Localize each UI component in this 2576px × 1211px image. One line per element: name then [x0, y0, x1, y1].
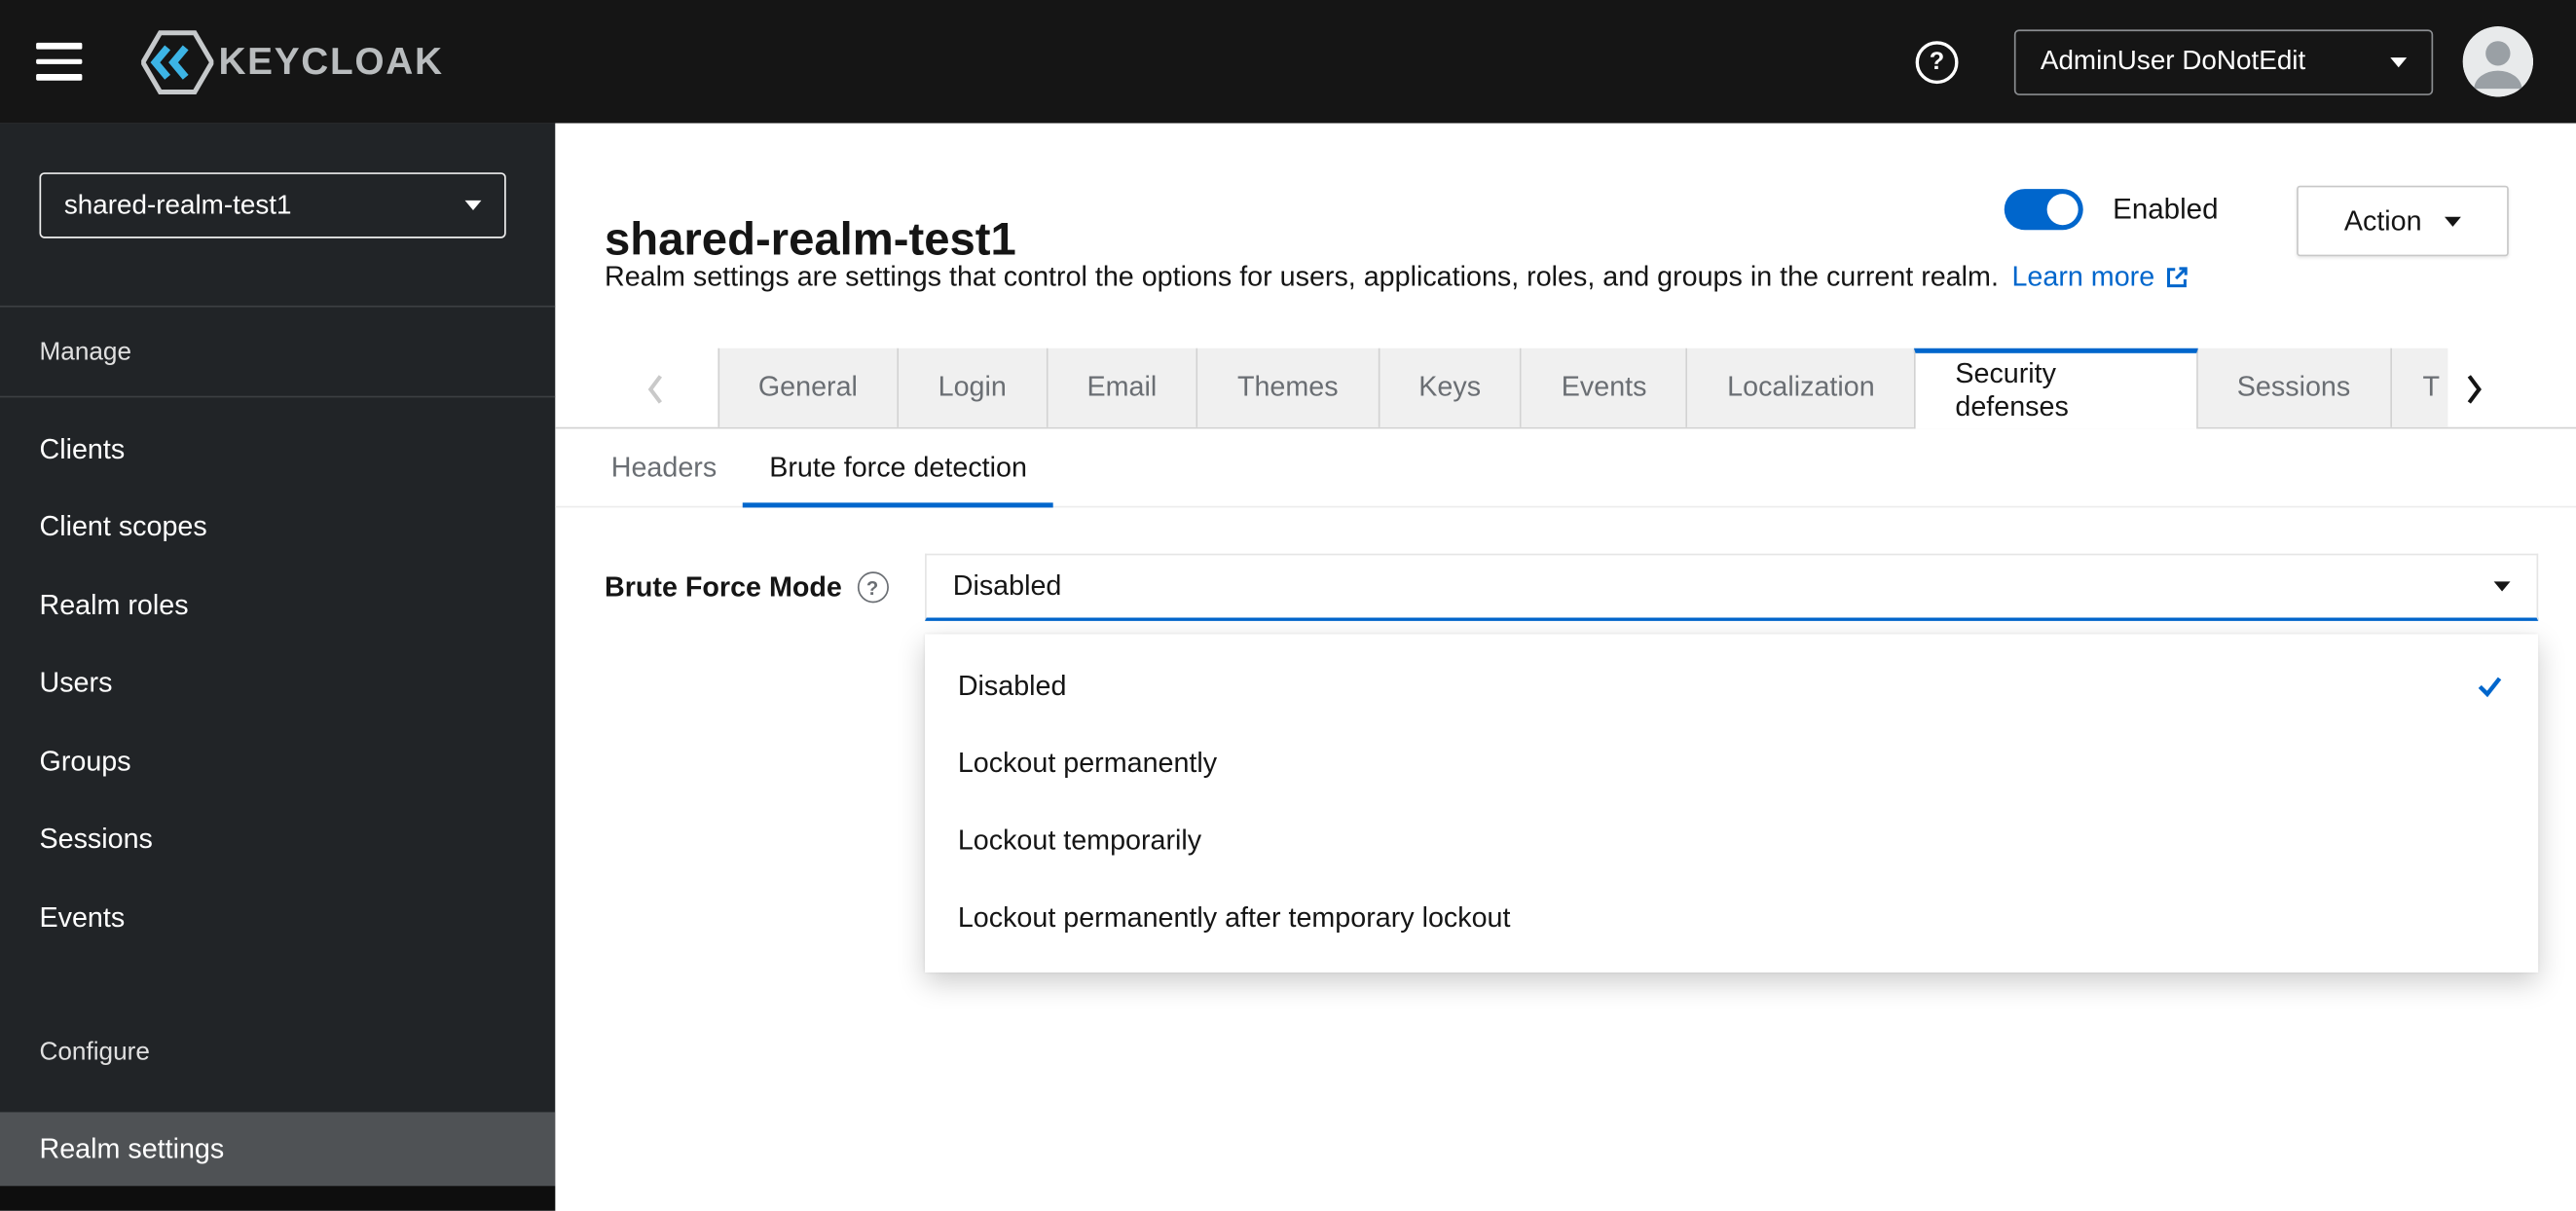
sidebar-group-configure: Configure [39, 1038, 150, 1067]
tab-login[interactable]: Login [899, 348, 1049, 427]
toggle-knob [2046, 194, 2079, 226]
sidebar-nav-manage: Clients Client scopes Realm roles Users … [0, 411, 555, 957]
description-text: Realm settings are settings that control… [605, 261, 1999, 293]
divider [0, 395, 556, 398]
select-value: Disabled [952, 569, 1062, 602]
realm-selector-value: shared-realm-test1 [63, 189, 292, 220]
learn-more-link[interactable]: Learn more [2011, 261, 2189, 294]
check-icon [2474, 671, 2505, 702]
brand-text: KEYCLOAK [218, 39, 444, 83]
sidebar-bottom-strip [0, 1186, 556, 1211]
main-content: shared-realm-test1 Enabled Action Realm … [555, 123, 2576, 1211]
enabled-toggle[interactable] [2004, 189, 2083, 231]
tab-security-defenses[interactable]: Security defenses [1914, 348, 2198, 429]
tab-themes[interactable]: Themes [1197, 348, 1380, 427]
brute-force-mode-field-label-row: Brute Force Mode ? [605, 554, 889, 621]
chevron-down-icon [2390, 56, 2408, 67]
realm-selector[interactable]: shared-realm-test1 [39, 172, 506, 239]
tab-sessions[interactable]: Sessions [2197, 348, 2392, 427]
page-title: shared-realm-test1 [605, 212, 1016, 265]
masthead-actions: ? AdminUser DoNotEdit [1915, 26, 2534, 97]
sidebar-item-events[interactable]: Events [0, 879, 555, 957]
user-menu-label: AdminUser DoNotEdit [2040, 46, 2306, 76]
menu-item-disabled[interactable]: Disabled [925, 647, 2538, 724]
tab-email[interactable]: Email [1048, 348, 1198, 427]
sidebar: shared-realm-test1 Manage Clients Client… [0, 123, 556, 1211]
keycloak-logo[interactable]: KEYCLOAK [141, 25, 444, 97]
sidebar-item-groups[interactable]: Groups [0, 723, 555, 801]
menu-item-lockout-permanently[interactable]: Lockout permanently [925, 724, 2538, 801]
tab-truncated[interactable]: T [2391, 348, 2448, 427]
subtab-headers[interactable]: Headers [585, 428, 743, 507]
tab-general[interactable]: General [717, 348, 900, 427]
tabs-scroll-right-button[interactable] [2447, 349, 2500, 429]
tab-keys[interactable]: Keys [1379, 348, 1523, 427]
brute-force-mode-select[interactable]: Disabled [925, 553, 2539, 621]
subtab-brute-force-detection[interactable]: Brute force detection [743, 428, 1053, 508]
sidebar-item-realm-roles[interactable]: Realm roles [0, 567, 555, 644]
sidebar-item-clients[interactable]: Clients [0, 411, 555, 489]
realm-settings-description: Realm settings are settings that control… [605, 261, 2190, 294]
brute-force-mode-dropdown-menu: Disabled Lockout permanently Lockout tem… [925, 634, 2539, 972]
chevron-down-icon [464, 200, 482, 210]
help-question-icon[interactable]: ? [857, 571, 889, 604]
chevron-down-icon [2493, 581, 2511, 592]
brute-force-mode-label: Brute Force Mode [605, 570, 842, 603]
keycloak-logo-icon [141, 25, 214, 97]
sidebar-item-users[interactable]: Users [0, 644, 555, 722]
action-label: Action [2343, 204, 2422, 237]
avatar[interactable] [2462, 26, 2534, 97]
masthead: KEYCLOAK ? AdminUser DoNotEdit [0, 0, 2576, 124]
chevron-left-icon [644, 371, 668, 407]
keycloak-admin-console: KEYCLOAK ? AdminUser DoNotEdit shared-re… [0, 0, 2576, 1211]
hamburger-menu-icon[interactable] [36, 29, 102, 95]
sidebar-item-sessions[interactable]: Sessions [0, 801, 555, 879]
menu-item-lockout-temporarily[interactable]: Lockout temporarily [925, 802, 2538, 879]
sidebar-group-manage: Manage [39, 338, 132, 367]
tab-localization[interactable]: Localization [1687, 348, 1915, 427]
tabs-scroll-left-button[interactable] [555, 349, 717, 429]
menu-item-lockout-permanently-after-temporary[interactable]: Lockout permanently after temporary lock… [925, 879, 2538, 956]
chevron-right-icon [2463, 371, 2486, 407]
help-icon[interactable]: ? [1915, 40, 1959, 84]
realm-settings-tabs: General Login Email Themes Keys Events L… [555, 348, 2576, 429]
chevron-down-icon [2445, 215, 2462, 227]
enabled-label: Enabled [2113, 192, 2219, 226]
divider [0, 305, 556, 308]
security-defenses-subtabs: Headers Brute force detection [585, 428, 1053, 508]
user-menu-dropdown[interactable]: AdminUser DoNotEdit [2013, 28, 2434, 95]
external-link-icon [2163, 265, 2190, 291]
action-dropdown-button[interactable]: Action [2297, 185, 2509, 257]
sidebar-item-realm-settings[interactable]: Realm settings [0, 1112, 556, 1187]
sidebar-item-client-scopes[interactable]: Client scopes [0, 489, 555, 567]
tab-events[interactable]: Events [1522, 348, 1688, 427]
